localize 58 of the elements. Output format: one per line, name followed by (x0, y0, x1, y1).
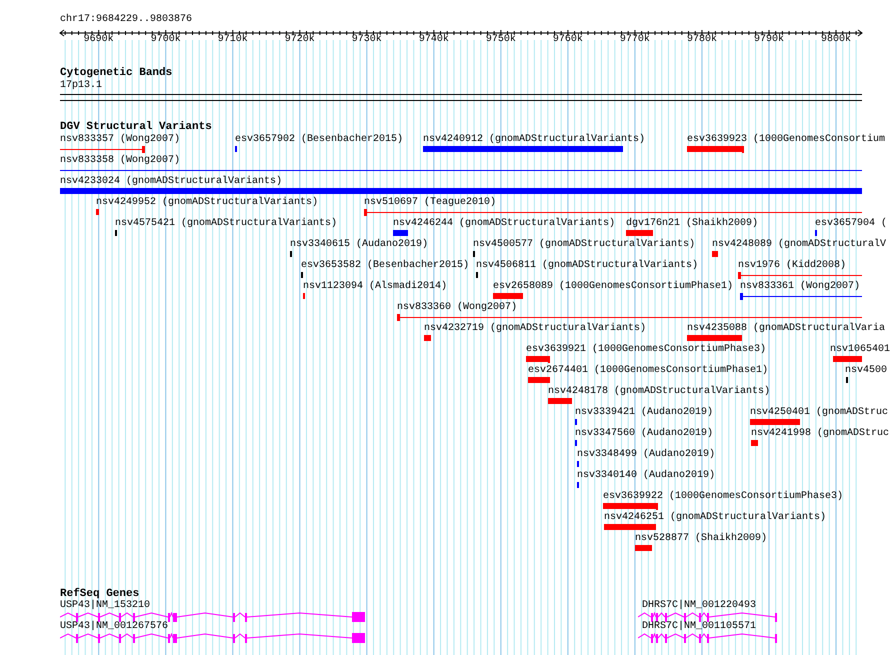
variant-label: nsv4500 (845, 365, 888, 377)
track-title: Cytogenetic Bands (60, 67, 172, 80)
ruler-tick-label: 9730k (352, 34, 382, 46)
ruler-tick-label: 9780k (686, 34, 717, 46)
track-title: RefSeq Genes (60, 588, 140, 600)
variant-label: esv2658089 (1000GenomesConsortiumPhase1) (493, 281, 734, 293)
variant-label: esv3657904 ( (815, 218, 888, 230)
variant-label: nsv4248089 (gnomADStructuralV (712, 239, 886, 251)
band-label: 17p13.1 (60, 80, 102, 92)
variant-label: esv3639922 (1000GenomesConsortiumPhase3) (603, 491, 844, 503)
gene-label: DHRS7C|NM_001105571 (642, 621, 756, 633)
variant-label: dgv176n21 (Shaikh2009) (626, 218, 758, 230)
variant-label: esv3639923 (1000GenomesConsortium (687, 134, 886, 146)
variant-label: nsv3340615 (Audano2019) (290, 239, 428, 251)
variant-label: esv3653582 (Besenbacher2015) (301, 260, 470, 272)
variant-label: nsv4232719 (gnomADStructuralVariants) (424, 323, 646, 335)
gene-label: USP43|NM_001267576 (60, 621, 168, 633)
variant-label: nsv3340140 (Audano2019) (577, 470, 716, 482)
variant-label: nsv4240912 (gnomADStructuralVariants) (423, 134, 646, 146)
variant-label: nsv4249952 (gnomADStructuralVariants) (96, 197, 318, 209)
ruler-tick-label: 9760k (552, 34, 583, 46)
variant-label: nsv3348499 (Audano2019) (577, 449, 716, 461)
ruler-tick-label: 9700k (150, 34, 181, 46)
variant-label: nsv4233024 (gnomADStructuralVariants) (60, 176, 282, 188)
variant-label: nsv1123094 (Alsmadi2014) (303, 281, 448, 293)
variant-label: nsv1065401 (830, 344, 890, 356)
variant-label: nsv4575421 (gnomADStructuralVariants) (115, 218, 338, 230)
variant-label: nsv833361 (Wong2007) (740, 281, 860, 293)
variant-label: nsv3339421 (Audano2019) (575, 407, 714, 419)
variant-label: esv3657902 (Besenbacher2015) (235, 134, 404, 146)
variant-label: nsv528877 (Shaikh2009) (635, 533, 768, 545)
variant-label: nsv4250401 (gnomADStruc (750, 407, 888, 419)
ruler-tick-label: 9790k (754, 34, 784, 46)
variant-label: nsv4241998 (gnomADStruc (751, 428, 890, 440)
variant-label: nsv833357 (Wong2007) (60, 134, 180, 146)
variant-label: nsv4248178 (gnomADStructuralVariants) (548, 386, 770, 398)
variant-label: nsv4235088 (gnomADStructuralVaria (687, 323, 886, 335)
gene-label: USP43|NM_153210 (60, 600, 150, 612)
variant-label: nsv4246244 (gnomADStructuralVariants) (393, 218, 616, 230)
variant-label: esv3639921 (1000GenomesConsortiumPhase3) (526, 344, 766, 356)
variant-label: nsv833360 (Wong2007) (397, 302, 518, 314)
variant-label: nsv833358 (Wong2007) (60, 155, 180, 167)
ruler-tick-label: 9770k (620, 34, 650, 46)
ruler-tick-label: 9710k (218, 34, 248, 46)
variant-label: nsv510697 (Teague2010) (364, 197, 496, 209)
ruler-tick-label: 9750k (486, 34, 516, 46)
ruler-tick-label: 9720k (284, 34, 315, 46)
variant-label: esv2674401 (1000GenomesConsortiumPhase1) (528, 365, 768, 377)
ruler-tick-label: 9740k (418, 34, 449, 46)
variant-label: nsv4500577 (gnomADStructuralVariants) (473, 239, 696, 251)
variant-label: nsv4246251 (gnomADStructuralVariants) (604, 512, 826, 524)
ruler-tick-label: 9800k (821, 34, 852, 46)
ruler-tick-label: 9690k (84, 34, 114, 46)
track-title: DGV Structural Variants (60, 121, 212, 134)
gene-label: DHRS7C|NM_001220493 (642, 600, 756, 612)
variant-label: nsv3347560 (Audano2019) (575, 428, 714, 440)
variant-label: nsv4506811 (gnomADStructuralVariants) (476, 260, 698, 272)
variant-label: nsv1976 (Kidd2008) (738, 260, 846, 272)
